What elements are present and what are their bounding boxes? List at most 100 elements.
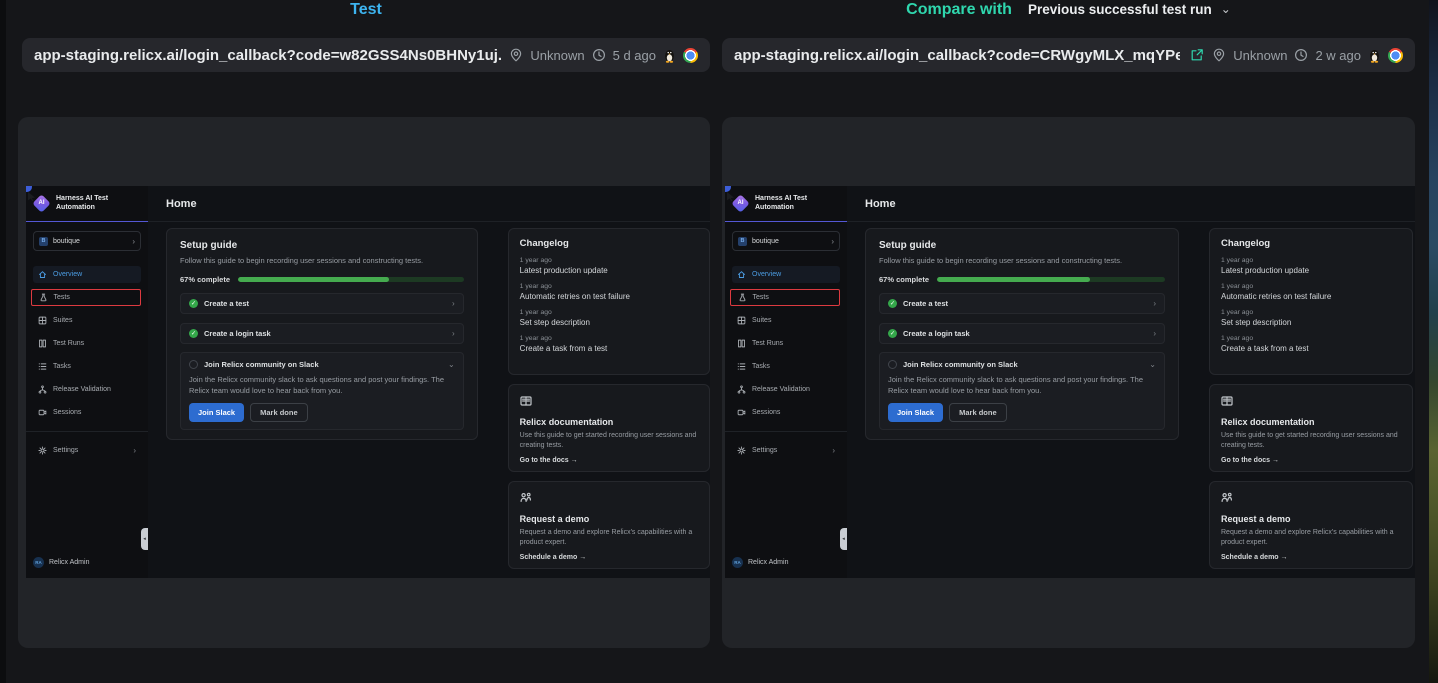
page-title: Home <box>865 198 896 210</box>
app-main: Home Setup guide Follow this guide to be… <box>148 186 710 578</box>
go-to-docs-link[interactable]: Go to the docs → <box>1221 457 1401 464</box>
sidebar-item-test-runs[interactable]: Test Runs <box>33 335 141 352</box>
request-demo-title: Request a demo <box>1221 514 1401 524</box>
join-slack-header[interactable]: Join Relicx community on Slack ⌄ <box>888 360 1156 369</box>
sidebar-nav: Overview Tests Suites Test Runs Tasks <box>732 266 840 421</box>
harness-logo-icon: AI <box>732 195 749 212</box>
chevron-right-icon: › <box>1153 329 1156 338</box>
setup-step-join-slack: Join Relicx community on Slack ⌄ Join th… <box>879 352 1165 430</box>
gear-icon <box>737 446 746 455</box>
unchecked-circle-icon <box>888 360 897 369</box>
compare-column-header: Compare with Previous successful test ru… <box>722 0 1415 19</box>
request-demo-description: Request a demo and explore Relicx's capa… <box>520 528 698 548</box>
chrome-browser-icon <box>683 48 698 63</box>
brand-divider <box>26 221 148 222</box>
sidebar-item-suites[interactable]: Suites <box>33 312 141 329</box>
join-slack-button[interactable]: Join Slack <box>189 403 244 422</box>
sidebar-item-release-validation[interactable]: Release Validation <box>732 381 840 398</box>
sidebar-item-tests[interactable]: Tests <box>730 289 840 306</box>
project-selector[interactable]: B boutique › <box>732 231 840 251</box>
sidebar-item-tasks[interactable]: Tasks <box>732 358 840 375</box>
sidebar-item-settings[interactable]: Settings › <box>33 442 141 459</box>
project-badge: B <box>738 237 747 246</box>
sidebar-item-overview[interactable]: Overview <box>732 266 840 283</box>
sidebar-divider <box>26 431 148 432</box>
join-slack-button[interactable]: Join Slack <box>888 403 943 422</box>
changelog-entry: 1 year ago Automatic retries on test fai… <box>520 283 698 301</box>
sidebar-item-tests[interactable]: Tests <box>31 289 141 306</box>
progress-label: 67% complete <box>879 275 929 284</box>
grid-icon <box>38 316 47 325</box>
schedule-demo-link[interactable]: Schedule a demo → <box>1221 554 1401 561</box>
app-sidebar: AI Harness AI Test Automation B boutique… <box>725 186 847 578</box>
list-icon <box>38 362 47 371</box>
compare-with-label: Compare with <box>906 0 1012 19</box>
chevron-right-icon: › <box>831 237 834 246</box>
user-menu[interactable]: RA Relicx Admin <box>33 557 89 568</box>
chrome-browser-icon <box>1388 48 1403 63</box>
sidebar-item-overview[interactable]: Overview <box>33 266 141 283</box>
documentation-card: Relicx documentation Use this guide to g… <box>508 384 710 472</box>
schedule-demo-link[interactable]: Schedule a demo → <box>520 554 698 561</box>
window-left-edge <box>0 0 6 683</box>
join-slack-description: Join the Relicx community slack to ask q… <box>189 375 455 396</box>
mark-done-button[interactable]: Mark done <box>949 403 1007 422</box>
book-icon <box>1221 395 1233 407</box>
join-slack-header[interactable]: Join Relicx community on Slack ⌄ <box>189 360 455 369</box>
app-sidebar: AI Harness AI Test Automation B boutique… <box>26 186 148 578</box>
sidebar-item-test-runs[interactable]: Test Runs <box>732 335 840 352</box>
check-circle-icon: ✓ <box>888 329 897 338</box>
sidebar-collapse-handle[interactable]: ◂ <box>141 528 148 550</box>
sidebar-item-settings[interactable]: Settings › <box>732 442 840 459</box>
sidebar-collapse-handle[interactable]: ◂ <box>840 528 847 550</box>
harness-logo-icon: AI <box>33 195 50 212</box>
project-selector[interactable]: B boutique › <box>33 231 141 251</box>
sidebar-item-release-validation[interactable]: Release Validation <box>33 381 141 398</box>
setup-step-create-login-task[interactable]: ✓ Create a login task › <box>180 323 464 344</box>
branch-icon <box>737 385 746 394</box>
linux-os-icon <box>1368 48 1381 63</box>
request-demo-description: Request a demo and explore Relicx's capa… <box>1221 528 1401 548</box>
changelog-entry: 1 year ago Set step description <box>520 309 698 327</box>
chevron-right-icon: › <box>133 446 136 455</box>
setup-step-create-test[interactable]: ✓ Create a test › <box>180 293 464 314</box>
progress-bar <box>238 277 464 282</box>
request-demo-card: Request a demo Request a demo and explor… <box>1209 481 1413 569</box>
external-link-icon[interactable] <box>1190 48 1204 62</box>
flask-icon <box>738 293 747 302</box>
avatar: RA <box>33 557 44 568</box>
changelog-entry: 1 year ago Automatic retries on test fai… <box>1221 283 1401 301</box>
setup-step-create-login-task[interactable]: ✓ Create a login task › <box>879 323 1165 344</box>
location-pin-icon <box>509 48 523 62</box>
sidebar-item-sessions[interactable]: Sessions <box>732 404 840 421</box>
documentation-card: Relicx documentation Use this guide to g… <box>1209 384 1413 472</box>
request-demo-card: Request a demo Request a demo and explor… <box>508 481 710 569</box>
user-menu[interactable]: RA Relicx Admin <box>732 557 788 568</box>
sidebar-item-suites[interactable]: Suites <box>732 312 840 329</box>
chevron-right-icon: › <box>132 237 135 246</box>
setup-guide-subtitle: Follow this guide to begin recording use… <box>879 256 1165 265</box>
setup-guide-subtitle: Follow this guide to begin recording use… <box>180 256 464 265</box>
desktop-wallpaper-sliver <box>1429 0 1438 683</box>
compare-screenshot[interactable]: AI Harness AI Test Automation B boutique… <box>725 186 1415 578</box>
documentation-title: Relicx documentation <box>520 417 698 427</box>
go-to-docs-link[interactable]: Go to the docs → <box>520 457 698 464</box>
test-screenshot[interactable]: AI Harness AI Test Automation B boutique… <box>26 186 710 578</box>
chevron-right-icon: › <box>1153 299 1156 308</box>
progress-bar <box>937 277 1165 282</box>
request-demo-title: Request a demo <box>520 514 698 524</box>
join-slack-description: Join the Relicx community slack to ask q… <box>888 375 1156 396</box>
test-url-bar[interactable]: app-staging.relicx.ai/login_callback?cod… <box>22 38 710 72</box>
changelog-entry: 1 year ago Create a task from a test <box>1221 335 1401 353</box>
compare-run-dropdown[interactable]: Previous successful test run ⌄ <box>1028 0 1231 19</box>
grid-icon <box>737 316 746 325</box>
brand: AI Harness AI Test Automation <box>732 194 840 212</box>
mark-done-button[interactable]: Mark done <box>250 403 308 422</box>
sidebar-item-tasks[interactable]: Tasks <box>33 358 141 375</box>
compare-url-bar[interactable]: app-staging.relicx.ai/login_callback?cod… <box>722 38 1415 72</box>
setup-step-create-test[interactable]: ✓ Create a test › <box>879 293 1165 314</box>
sidebar-item-sessions[interactable]: Sessions <box>33 404 141 421</box>
people-icon <box>1221 492 1233 504</box>
chevron-right-icon: › <box>452 329 455 338</box>
compare-url: app-staging.relicx.ai/login_callback?cod… <box>734 47 1180 64</box>
